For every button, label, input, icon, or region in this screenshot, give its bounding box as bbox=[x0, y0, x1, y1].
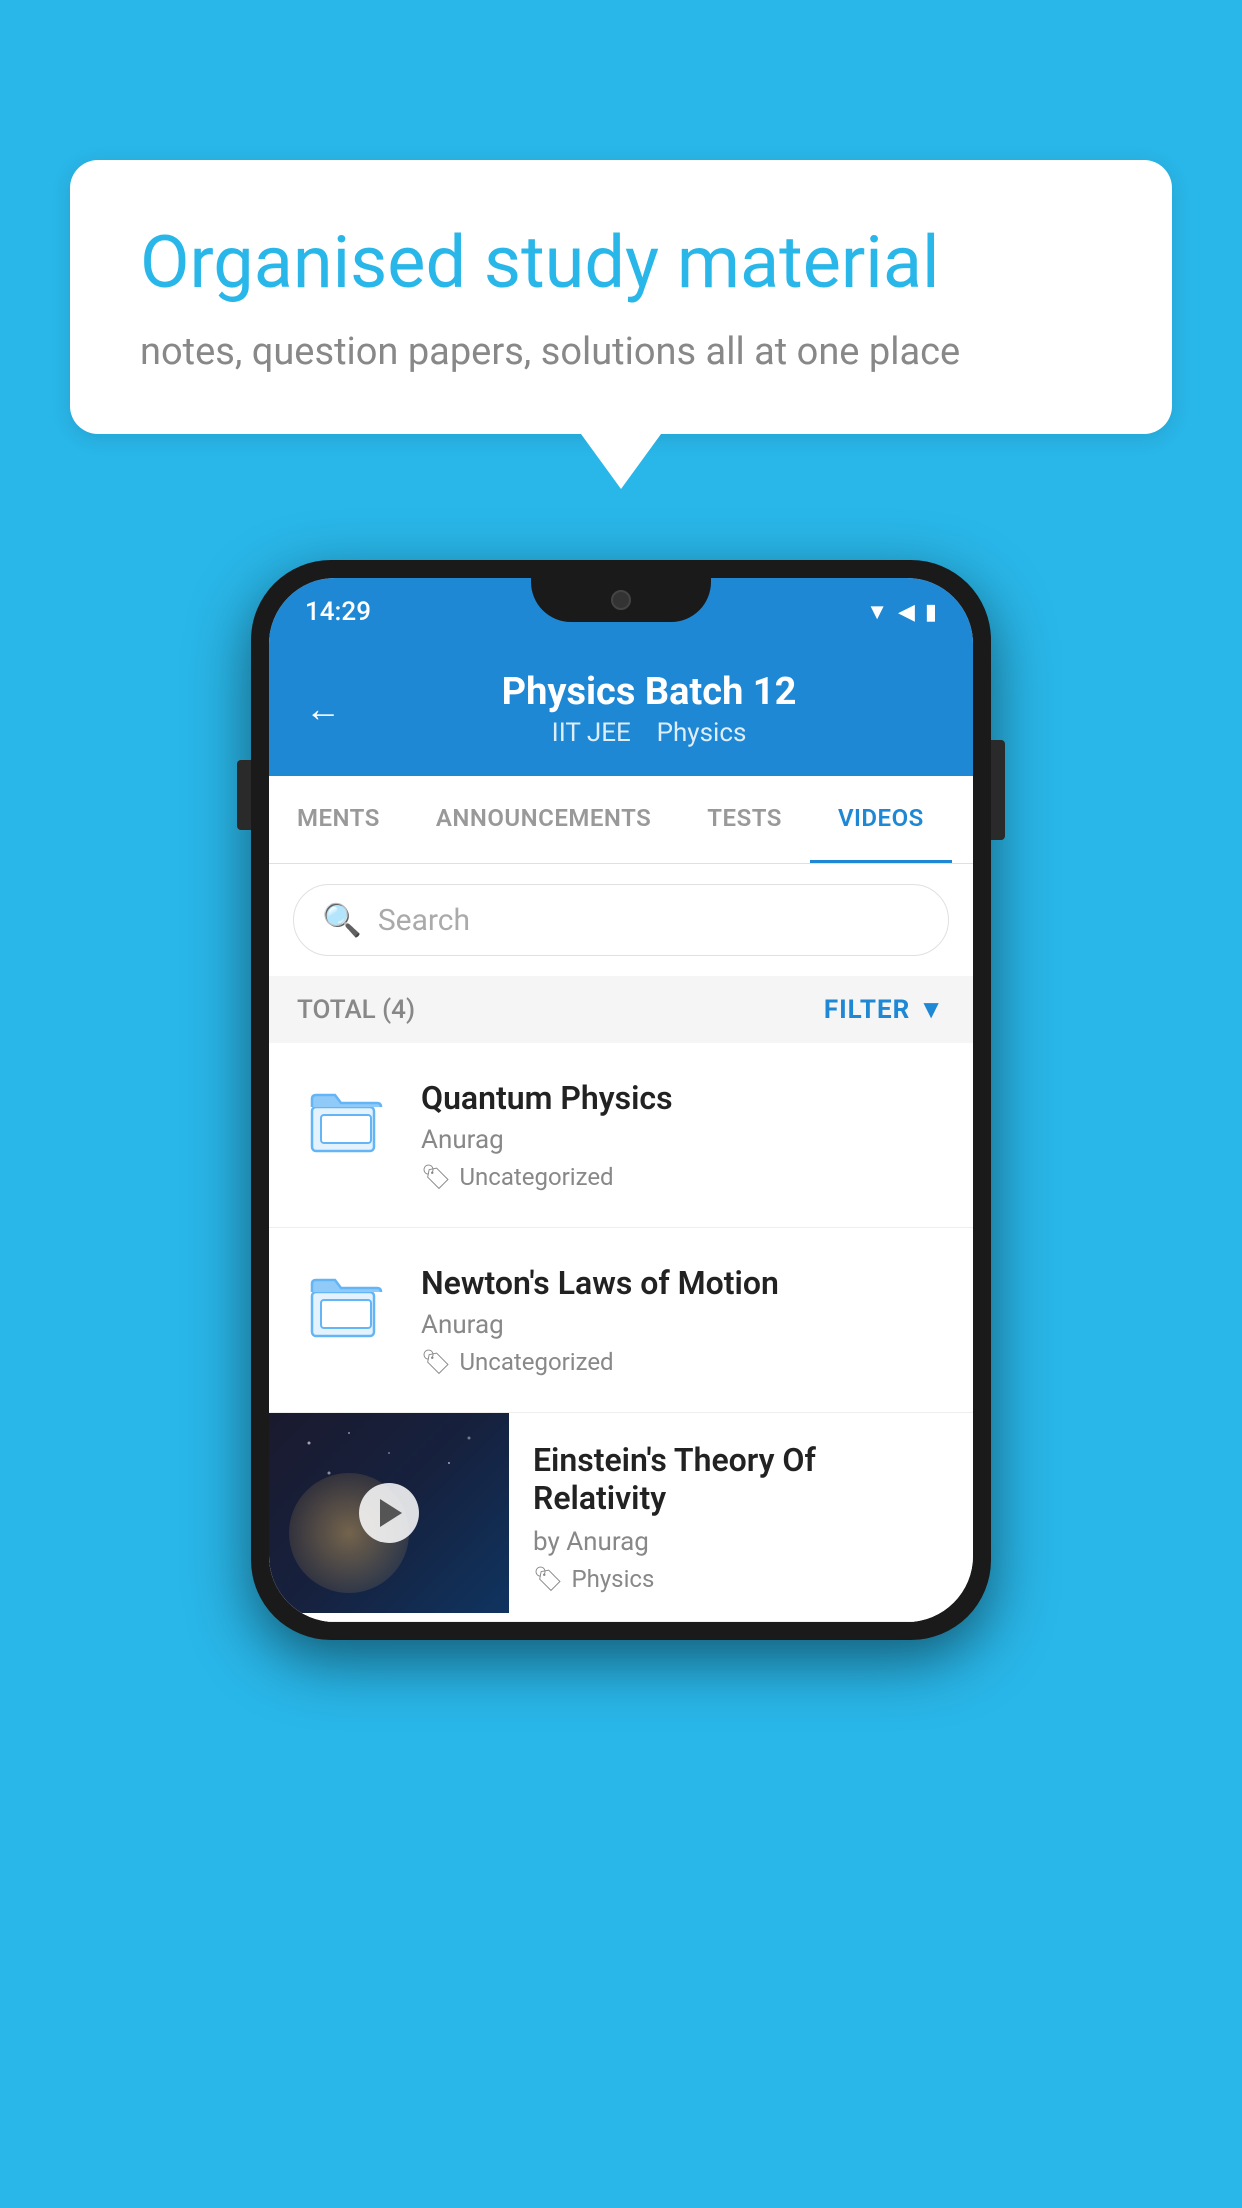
video-author: Anurag bbox=[421, 1125, 945, 1155]
filter-label: FILTER bbox=[824, 995, 910, 1025]
tag-icon: 🏷 bbox=[421, 1348, 451, 1376]
tag-label: Physics bbox=[571, 1565, 654, 1593]
status-icons: ▼ ◀ ▮ bbox=[866, 599, 937, 625]
filter-button[interactable]: FILTER ▼ bbox=[824, 994, 945, 1025]
list-item[interactable]: Quantum Physics Anurag 🏷 Uncategorized bbox=[269, 1043, 973, 1228]
wifi-icon: ▼ bbox=[866, 599, 888, 625]
video-title: Einstein's Theory Of Relativity bbox=[533, 1441, 949, 1517]
phone-volume-button bbox=[237, 760, 251, 830]
video-tag: 🏷 Physics bbox=[533, 1565, 949, 1593]
phone-frame: 14:29 ▼ ◀ ▮ ← Physics Batch 12 IIT JEE P… bbox=[251, 560, 991, 1640]
video-title: Newton's Laws of Motion bbox=[421, 1264, 945, 1302]
filter-icon: ▼ bbox=[918, 994, 945, 1025]
phone-power-button bbox=[991, 740, 1005, 840]
phone-notch bbox=[531, 578, 711, 622]
video-folder-icon bbox=[297, 1079, 397, 1159]
tab-videos[interactable]: VIDEOS bbox=[810, 776, 952, 863]
play-triangle-icon bbox=[380, 1499, 402, 1527]
status-bar: 14:29 ▼ ◀ ▮ bbox=[269, 578, 973, 646]
header-title-group: Physics Batch 12 IIT JEE Physics bbox=[361, 670, 937, 748]
video-title: Quantum Physics bbox=[421, 1079, 945, 1117]
batch-subtitle: IIT JEE Physics bbox=[361, 718, 937, 748]
tab-ments[interactable]: MENTS bbox=[269, 776, 408, 863]
tab-tests[interactable]: TESTS bbox=[679, 776, 810, 863]
battery-icon: ▮ bbox=[925, 600, 937, 625]
filter-row: TOTAL (4) FILTER ▼ bbox=[269, 976, 973, 1043]
video-list: Quantum Physics Anurag 🏷 Uncategorized bbox=[269, 1043, 973, 1622]
search-container: 🔍 Search bbox=[269, 864, 973, 976]
video-info: Newton's Laws of Motion Anurag 🏷 Uncateg… bbox=[421, 1264, 945, 1376]
video-info: Einstein's Theory Of Relativity by Anura… bbox=[509, 1413, 973, 1621]
batch-title: Physics Batch 12 bbox=[361, 670, 937, 714]
list-item[interactable]: Newton's Laws of Motion Anurag 🏷 Uncateg… bbox=[269, 1228, 973, 1413]
speech-bubble-card: Organised study material notes, question… bbox=[70, 160, 1172, 434]
total-count: TOTAL (4) bbox=[297, 995, 415, 1025]
video-tag: 🏷 Uncategorized bbox=[421, 1163, 945, 1191]
search-bar[interactable]: 🔍 Search bbox=[293, 884, 949, 956]
app-header: ← Physics Batch 12 IIT JEE Physics bbox=[269, 646, 973, 776]
list-item[interactable]: Einstein's Theory Of Relativity by Anura… bbox=[269, 1413, 973, 1622]
search-placeholder: Search bbox=[378, 903, 470, 938]
speech-bubble-title: Organised study material bbox=[140, 220, 1102, 306]
back-button[interactable]: ← bbox=[305, 688, 341, 730]
speech-bubble-subtitle: notes, question papers, solutions all at… bbox=[140, 330, 1102, 374]
play-button[interactable] bbox=[359, 1483, 419, 1543]
subtitle-iitjee: IIT JEE bbox=[552, 718, 631, 748]
tabs-bar: MENTS ANNOUNCEMENTS TESTS VIDEOS bbox=[269, 776, 973, 864]
phone-screen: 14:29 ▼ ◀ ▮ ← Physics Batch 12 IIT JEE P… bbox=[269, 578, 973, 1622]
front-camera bbox=[611, 590, 631, 610]
speech-bubble-arrow bbox=[581, 434, 661, 489]
video-info: Quantum Physics Anurag 🏷 Uncategorized bbox=[421, 1079, 945, 1191]
tag-label: Uncategorized bbox=[459, 1163, 613, 1191]
tag-icon: 🏷 bbox=[421, 1163, 451, 1191]
video-folder-icon bbox=[297, 1264, 397, 1344]
video-tag: 🏷 Uncategorized bbox=[421, 1348, 945, 1376]
video-author: by Anurag bbox=[533, 1527, 949, 1557]
tab-announcements[interactable]: ANNOUNCEMENTS bbox=[408, 776, 679, 863]
status-time: 14:29 bbox=[305, 597, 371, 627]
tag-label: Uncategorized bbox=[459, 1348, 613, 1376]
video-thumbnail bbox=[269, 1413, 509, 1613]
video-author: Anurag bbox=[421, 1310, 945, 1340]
speech-bubble-section: Organised study material notes, question… bbox=[70, 160, 1172, 489]
signal-icon: ◀ bbox=[898, 600, 915, 625]
tag-icon: 🏷 bbox=[533, 1565, 563, 1593]
search-icon: 🔍 bbox=[322, 901, 362, 939]
subtitle-physics: Physics bbox=[657, 718, 747, 748]
